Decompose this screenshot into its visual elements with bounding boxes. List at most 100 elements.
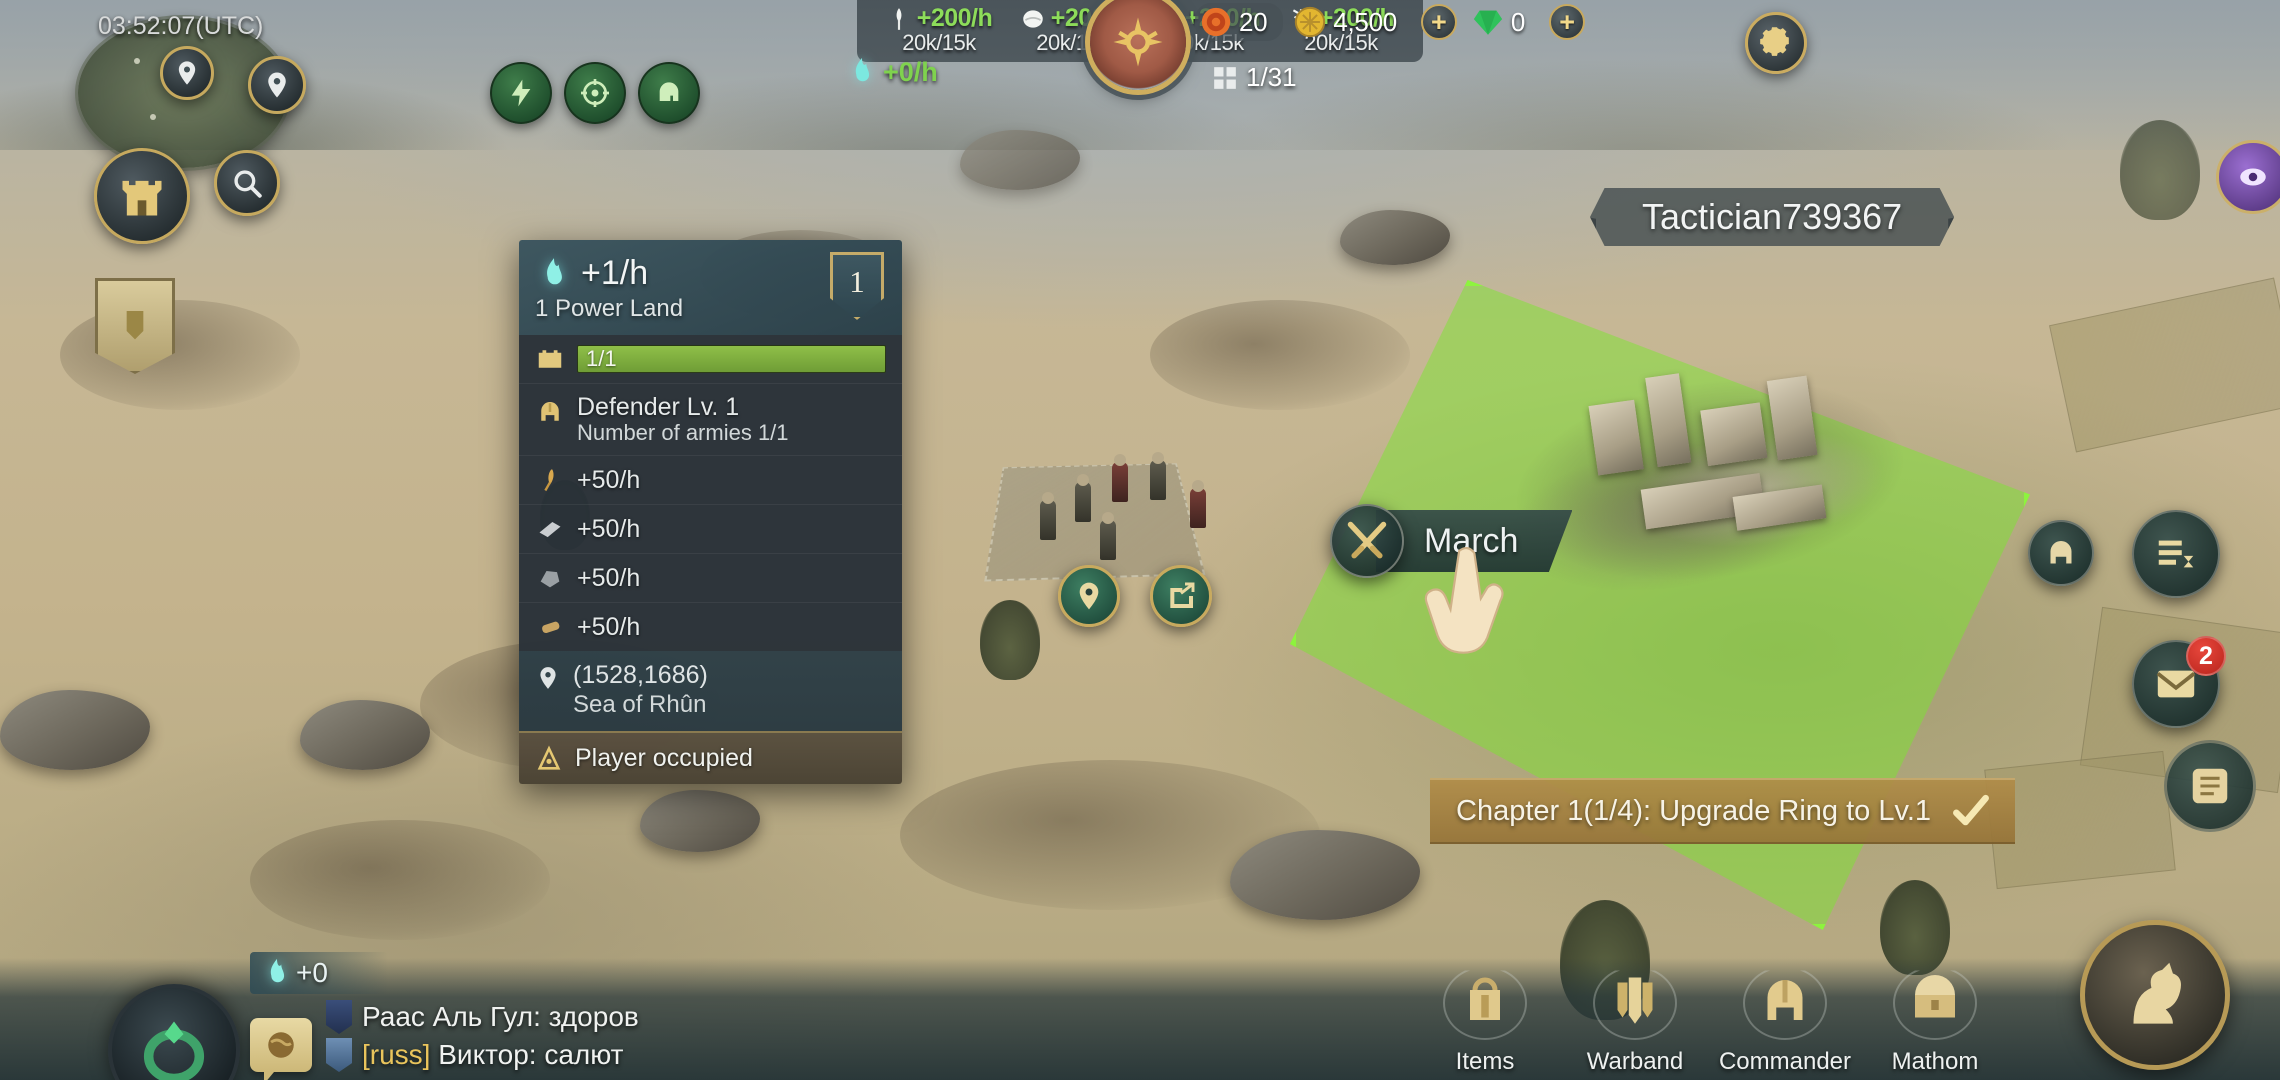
tile-locate-button[interactable] [1058,565,1120,627]
march-button[interactable]: March [1330,504,1573,578]
currency-bar: 20 4,500 + 0 + [1195,3,1595,41]
panel-location: (1528,1686) Sea of Rhûn [519,651,902,731]
defender-row: Defender Lv. 1 Number of armies 1/1 [519,383,902,455]
chat-tag: [russ] [362,1039,431,1070]
nav-commander[interactable]: Commander [1710,954,1860,1076]
chat-line[interactable]: [russ] Виктор: салют [326,1038,639,1072]
chest-icon [1889,954,1981,1046]
resource-rate: +200/h [916,4,993,32]
helmet-icon [659,82,679,101]
gold-coin-icon [1295,6,1326,38]
search-icon [234,170,262,198]
flame-icon [855,57,870,82]
banner-icon [126,311,144,340]
gold-value: 4,500 [1333,6,1397,37]
event-orb-button[interactable] [2216,140,2280,214]
grain-icon [896,7,902,30]
tile-count-value: 1/31 [1246,62,1297,92]
check-icon [1953,794,1989,826]
tile-info-panel[interactable]: +1/h 1 Power Land 1 1/1 Defender Lv. 1 N… [519,240,902,784]
build-queue-button[interactable] [2132,510,2220,598]
power-value: +0 [296,957,328,988]
power-rate-indicator: +0/h [845,55,938,89]
mail-button[interactable]: 2 [2132,636,2226,728]
location-pin-icon [1079,582,1099,610]
march-label: March [1424,521,1519,560]
lightning-icon [511,79,531,107]
tile-count-indicator[interactable]: 1/31 [1212,62,1297,93]
yield-value: +50/h [577,612,641,641]
currency-gold[interactable]: 4,500 [1289,3,1413,41]
quest-banner[interactable]: Chapter 1(1/4): Upgrade Ring to Lv.1 [1430,778,2016,844]
ember-icon [1201,7,1231,37]
location-pin-icon [268,72,286,98]
scroll-button[interactable] [2164,740,2256,832]
mail-badge: 2 [2186,636,2226,676]
gem-icon [1473,10,1503,35]
power-indicator: +0 [250,952,388,994]
march-queue-button[interactable] [2080,920,2230,1070]
occupied-icon [537,744,561,770]
castle-icon [122,180,162,216]
wood-icon [535,612,565,642]
army-tile[interactable] [984,463,1206,582]
resource-amount: 20k/15k [902,30,976,55]
map-pin-button-2[interactable] [248,56,306,114]
location-pin-icon [540,667,556,689]
add-gem-button[interactable]: + [1549,4,1586,40]
helmet-icon [1739,954,1831,1046]
chat-lines: Раас Аль Гул: здоров [russ] Виктор: салю… [326,1000,639,1072]
share-icon [1170,582,1195,608]
city-view-button[interactable] [94,148,190,244]
yield-row-stone: +50/h [519,553,902,602]
queue-list-icon [2158,540,2194,568]
yield-value: +50/h [577,514,641,543]
nav-label: Commander [1718,1048,1852,1075]
troop-buff-button[interactable] [638,62,700,124]
tile-share-button[interactable] [1150,565,1212,627]
resource-food[interactable]: +200/h 20k/15k [875,4,1003,56]
location-pin-icon [178,61,196,85]
globe-icon [268,1032,294,1058]
search-button[interactable] [214,150,280,216]
chat-icon[interactable] [250,1018,312,1080]
map-pin-button[interactable] [160,46,214,100]
currency-ember[interactable]: 20 [1195,3,1284,41]
nav-mathom[interactable]: Mathom [1860,954,2010,1076]
helmet-icon [2050,541,2072,564]
nav-items[interactable]: Items [1410,954,1560,1076]
nav-label: Warband [1586,1048,1684,1075]
gather-buff-button[interactable] [564,62,626,124]
flame-icon [547,257,562,284]
chat-widget[interactable]: Раас Аль Гул: здоров [russ] Виктор: салю… [250,1000,639,1080]
army-status-button[interactable] [2028,520,2094,586]
quest-text: Chapter 1(1/4): Upgrade Ring to Lv.1 [1456,794,1932,827]
chat-text: Виктор: салют [430,1039,624,1070]
chat-line[interactable]: Раас Аль Гул: здоров [326,1000,639,1034]
iron-icon [535,514,565,544]
add-gold-button[interactable]: + [1420,4,1457,40]
guild-flag-icon [326,1000,352,1034]
grid-icon [1214,66,1236,89]
capacity-bar: 1/1 [577,345,886,373]
scroll-icon [2192,768,2228,804]
gem-value: 0 [1510,6,1526,37]
flame-icon [270,958,285,983]
guild-flag-icon [326,1038,352,1072]
panel-header: +1/h 1 Power Land 1 [519,240,902,335]
currency-gem[interactable]: 0 [1467,3,1541,41]
tile-coordinates: (1528,1686) [573,661,708,689]
speedup-buff-button[interactable] [490,62,552,124]
settings-button[interactable] [1745,12,1807,74]
ember-value: 20 [1239,6,1268,37]
bottom-nav: Items Warband Commander Mathom [1410,954,2010,1076]
nav-label: Items [1455,1048,1515,1075]
nav-warband[interactable]: Warband [1560,954,1710,1076]
sun-wheel-icon [1113,17,1163,67]
backpack-icon [1439,954,1531,1046]
chat-text: Раас Аль Гул: здоров [362,1001,639,1032]
crossed-swords-icon [1330,504,1404,578]
nav-label: Mathom [1891,1048,1979,1075]
target-icon [581,79,609,107]
server-clock: 03:52:07(UTC) [98,12,264,40]
